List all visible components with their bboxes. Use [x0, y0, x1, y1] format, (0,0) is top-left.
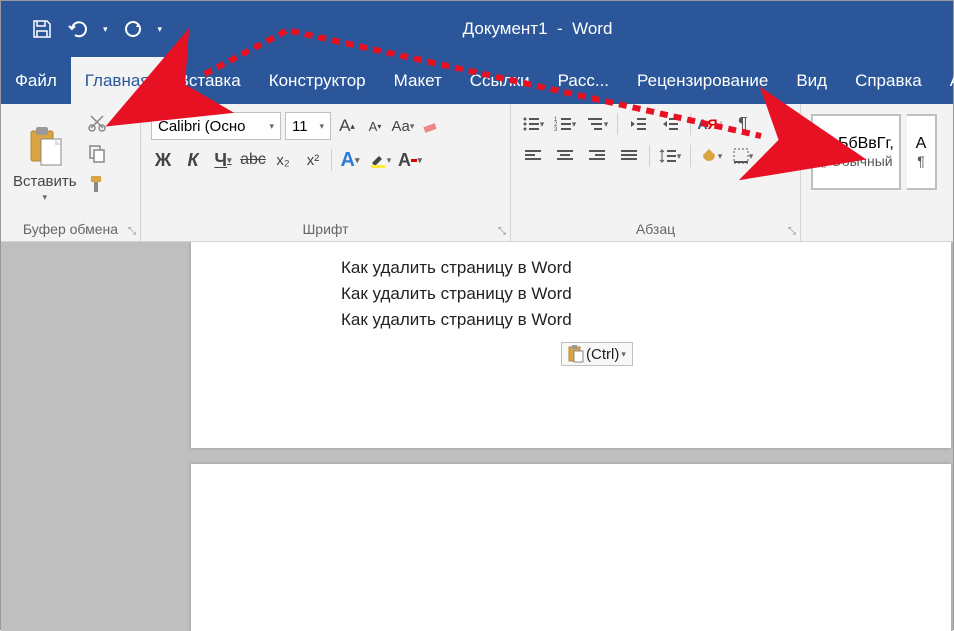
grow-font-icon[interactable]: A▴	[335, 114, 359, 138]
clipboard-launcher-icon[interactable]: ⤡	[128, 226, 136, 237]
paragraph-launcher-icon[interactable]: ⤡	[788, 226, 796, 237]
text-effects-icon[interactable]: A▾	[338, 148, 362, 172]
page-1[interactable]: Как удалить страницу в Word Как удалить …	[191, 242, 951, 448]
show-marks-icon[interactable]: ¶	[731, 112, 755, 136]
style-normal[interactable]: АаБбВвГг, ¶ Обычный	[811, 114, 901, 190]
window-title: Документ1 - Word	[162, 19, 953, 39]
separator	[331, 149, 332, 171]
paste-button[interactable]: Вставить ▾	[7, 108, 83, 217]
redo-icon[interactable]	[122, 18, 144, 40]
paste-icon	[21, 123, 69, 171]
bullets-icon[interactable]: ▾	[521, 112, 545, 136]
page-2[interactable]	[191, 464, 951, 631]
tab-mailings[interactable]: Расс...	[544, 57, 623, 104]
align-center-icon[interactable]	[553, 144, 577, 168]
svg-text:3: 3	[554, 127, 558, 132]
paste-dropdown-icon[interactable]: ▾	[43, 192, 48, 203]
font-name-value: Calibri (Осно	[158, 118, 245, 135]
doc-line[interactable]: Как удалить страницу в Word	[341, 258, 951, 278]
style-name: ¶ Обычный	[819, 153, 892, 169]
chevron-down-icon: ▾	[269, 121, 274, 132]
paragraph-group-label: Абзац	[517, 217, 794, 241]
separator	[649, 145, 650, 167]
clipboard-group-label: Буфер обмена	[7, 217, 134, 241]
group-clipboard: Вставить ▾ Буфер обмена ⤡	[1, 104, 141, 241]
clear-formatting-icon[interactable]	[419, 114, 443, 138]
change-case-button[interactable]: Aa▾	[391, 114, 415, 138]
undo-dropdown-icon[interactable]: ▾	[103, 24, 108, 35]
tab-file[interactable]: Файл	[1, 57, 71, 104]
titlebar: ▾ ▾ Документ1 - Word	[1, 1, 953, 57]
sort-button[interactable]: АЯ↓	[699, 112, 723, 136]
font-group-label: Шрифт	[147, 217, 504, 241]
strikethrough-button[interactable]: abc	[241, 148, 265, 172]
tab-abb[interactable]: ABB	[936, 57, 954, 104]
italic-button[interactable]: К	[181, 148, 205, 172]
font-color-icon[interactable]: A▾	[398, 148, 422, 172]
ribbon: Вставить ▾ Буфер обмена ⤡ Calibri (Осно ▾…	[1, 104, 953, 242]
borders-icon[interactable]: ▾	[731, 144, 755, 168]
style-preview2: А	[916, 135, 927, 153]
tab-layout[interactable]: Макет	[380, 57, 456, 104]
bold-button[interactable]: Ж	[151, 148, 175, 172]
chevron-down-icon: ▾	[319, 121, 324, 132]
tab-home[interactable]: Главная	[71, 57, 164, 104]
numbering-icon[interactable]: 123▾	[553, 112, 577, 136]
shading-icon[interactable]: ▾	[699, 144, 723, 168]
paste-options-icon	[568, 345, 584, 363]
save-icon[interactable]	[31, 18, 53, 40]
paste-options-label: (Ctrl)	[586, 346, 619, 363]
font-launcher-icon[interactable]: ⤡	[498, 226, 506, 237]
highlight-icon[interactable]: ▾	[368, 148, 392, 172]
font-size-combo[interactable]: 11 ▾	[285, 112, 331, 140]
decrease-indent-icon[interactable]	[626, 112, 650, 136]
format-painter-icon[interactable]	[87, 174, 107, 199]
style-preview: АаБбВвГг,	[818, 135, 894, 153]
align-left-icon[interactable]	[521, 144, 545, 168]
doc-line[interactable]: Как удалить страницу в Word	[341, 310, 951, 330]
app-name: Word	[572, 19, 612, 38]
copy-icon[interactable]	[87, 143, 107, 168]
superscript-button[interactable]: x²	[301, 148, 325, 172]
undo-icon[interactable]	[67, 18, 89, 40]
paste-options-button[interactable]: (Ctrl) ▾	[561, 342, 633, 366]
separator	[690, 113, 691, 135]
multilevel-list-icon[interactable]: ▾	[585, 112, 609, 136]
tab-design[interactable]: Конструктор	[255, 57, 380, 104]
group-font: Calibri (Осно▾ 11▾ A▴ A▾ Aa▾ Ж К Ч▾ abc …	[141, 104, 511, 241]
font-name-combo[interactable]: Calibri (Осно ▾	[151, 112, 281, 140]
separator	[690, 145, 691, 167]
separator	[617, 113, 618, 135]
document-area: Как удалить страницу в Word Как удалить …	[1, 242, 953, 631]
document-name: Документ1	[463, 19, 548, 38]
justify-icon[interactable]	[617, 144, 641, 168]
ribbon-tabs: Файл Главная Вставка Конструктор Макет С…	[1, 57, 953, 104]
group-paragraph: ▾ 123▾ ▾ АЯ↓ ¶ ▾ ▾ ▾ Абз	[511, 104, 801, 241]
tab-view[interactable]: Вид	[782, 57, 841, 104]
paste-label: Вставить	[13, 173, 77, 190]
style-next[interactable]: А ¶	[907, 114, 937, 190]
tab-insert[interactable]: Вставка	[164, 57, 255, 104]
align-right-icon[interactable]	[585, 144, 609, 168]
group-styles: АаБбВвГг, ¶ Обычный А ¶	[801, 104, 953, 241]
increase-indent-icon[interactable]	[658, 112, 682, 136]
tab-review[interactable]: Рецензирование	[623, 57, 782, 104]
cut-icon[interactable]	[87, 112, 107, 137]
doc-line[interactable]: Как удалить страницу в Word	[341, 284, 951, 304]
shrink-font-icon[interactable]: A▾	[363, 114, 387, 138]
line-spacing-icon[interactable]: ▾	[658, 144, 682, 168]
tab-references[interactable]: Ссылки	[456, 57, 544, 104]
tab-help[interactable]: Справка	[841, 57, 936, 104]
subscript-button[interactable]: x₂	[271, 148, 295, 172]
quick-access-toolbar: ▾ ▾	[1, 18, 162, 40]
chevron-down-icon: ▾	[621, 349, 626, 360]
font-size-value: 11	[292, 118, 308, 135]
underline-button[interactable]: Ч▾	[211, 148, 235, 172]
